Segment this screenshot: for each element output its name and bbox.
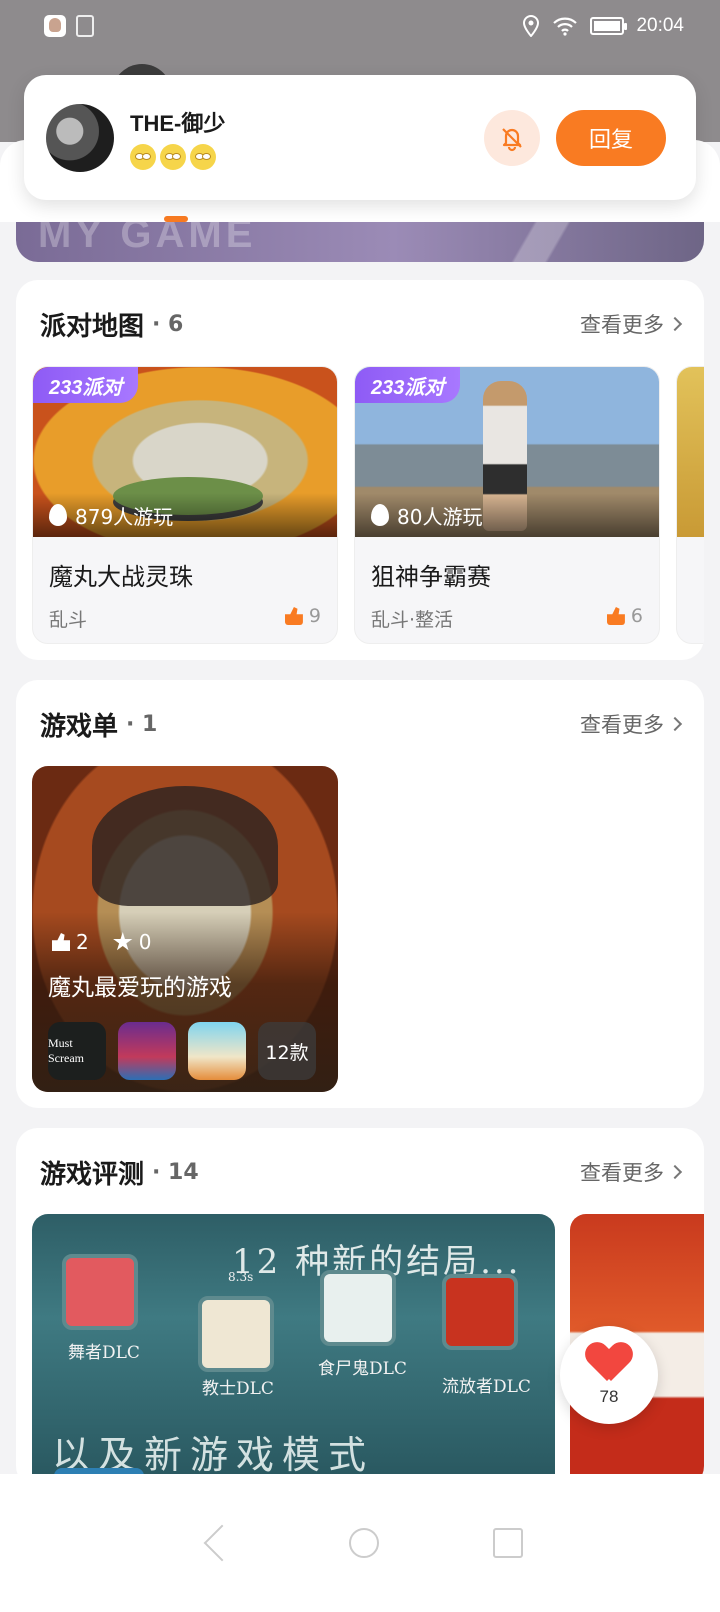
game-count: 12款 bbox=[258, 1022, 316, 1080]
mute-notification-button[interactable] bbox=[484, 109, 540, 166]
view-more-link[interactable]: 查看更多 bbox=[580, 709, 683, 739]
thumbs-up-icon bbox=[52, 933, 70, 951]
wifi-icon bbox=[553, 17, 578, 36]
like-count: 78 bbox=[599, 1387, 619, 1406]
timer-text: 8.3s bbox=[228, 1270, 254, 1284]
rolling-eyes-emoji bbox=[160, 143, 186, 170]
flame-icon bbox=[371, 504, 389, 526]
game-lists-section: 游戏单 · 1 查看更多 2 0 魔丸最爱玩的游戏 Must Scream 12… bbox=[16, 680, 704, 1108]
flame-icon bbox=[49, 504, 67, 526]
play-count: 80人游玩 bbox=[355, 493, 659, 537]
game-icons-row: Must Scream 12款 bbox=[48, 1022, 316, 1080]
play-count-text: 879人游玩 bbox=[75, 504, 174, 529]
section-count: · 14 bbox=[152, 1159, 199, 1185]
chevron-right-icon bbox=[667, 1164, 683, 1180]
system-navigation-bar bbox=[0, 1474, 720, 1612]
map-likes: 6 bbox=[606, 605, 643, 627]
notification-message bbox=[130, 143, 225, 170]
review-card[interactable]: 12 种新的结局... 舞者DLC 教士DLC 食尸鬼DLC 流放者DLC 8.… bbox=[32, 1214, 555, 1474]
like-count: 6 bbox=[630, 605, 643, 627]
chevron-right-icon bbox=[667, 716, 683, 732]
section-title: 游戏单 bbox=[40, 711, 119, 742]
map-tags: 乱斗 bbox=[49, 609, 88, 631]
map-name: 魔丸大战灵珠 bbox=[49, 563, 193, 591]
game-list-title: 魔丸最爱玩的游戏 bbox=[48, 975, 232, 1001]
sender-name: THE-御少 bbox=[130, 110, 226, 136]
game-icon bbox=[188, 1022, 246, 1080]
heart-icon bbox=[587, 1343, 631, 1383]
party-map-card-peek[interactable] bbox=[676, 366, 704, 644]
priest-dlc-icon bbox=[198, 1296, 274, 1372]
dlc-label: 舞者DLC bbox=[68, 1343, 140, 1363]
game-icon bbox=[118, 1022, 176, 1080]
list-stats: 2 0 bbox=[52, 930, 151, 954]
party-badge: 233派对 bbox=[355, 367, 461, 403]
dancer-dlc-icon bbox=[62, 1254, 138, 1330]
game-icon-text: Must Scream bbox=[48, 1036, 84, 1065]
review-image-text: 以及新游戏模式 bbox=[52, 1433, 375, 1474]
view-more-label: 查看更多 bbox=[580, 313, 664, 337]
location-icon bbox=[523, 15, 540, 37]
star-icon bbox=[113, 932, 133, 951]
list-like-count: 2 bbox=[76, 930, 89, 954]
thumbs-up-icon bbox=[284, 607, 303, 625]
like-count: 9 bbox=[308, 605, 321, 627]
battery-icon bbox=[590, 17, 628, 35]
reply-button[interactable]: 回复 bbox=[556, 109, 666, 166]
section-title: 派对地图 bbox=[40, 311, 145, 342]
view-more-link[interactable]: 查看更多 bbox=[580, 309, 683, 339]
section-count: · 1 bbox=[126, 711, 158, 737]
game-list-card[interactable]: 2 0 魔丸最爱玩的游戏 Must Scream 12款 bbox=[32, 766, 338, 1092]
party-map-card[interactable]: 233派对 80人游玩 狙神争霸赛 乱斗·整活 6 bbox=[354, 366, 660, 644]
map-thumbnail: 233派对 80人游玩 bbox=[355, 367, 659, 537]
dlc-label: 食尸鬼DLC bbox=[318, 1359, 407, 1379]
map-likes: 9 bbox=[284, 605, 321, 627]
rolling-eyes-emoji bbox=[190, 143, 216, 170]
section-count: · 6 bbox=[152, 311, 184, 337]
dlc-label: 流放者DLC bbox=[442, 1377, 531, 1397]
map-thumbnail bbox=[677, 367, 704, 537]
bell-off-icon bbox=[502, 127, 522, 151]
exile-dlc-icon bbox=[442, 1274, 518, 1350]
game-reviews-section: 游戏评测 · 14 查看更多 12 种新的结局... 舞者DLC 教士DLC 食… bbox=[16, 1128, 704, 1488]
game-icon: Must Scream bbox=[48, 1022, 106, 1080]
status-bar: 20:04 bbox=[0, 0, 720, 52]
dlc-label: 教士DLC bbox=[202, 1379, 274, 1399]
view-more-link[interactable]: 查看更多 bbox=[580, 1157, 683, 1187]
sender-avatar bbox=[46, 103, 114, 172]
back-icon[interactable] bbox=[203, 1524, 241, 1562]
map-tags: 乱斗·整活 bbox=[371, 609, 454, 631]
rolling-eyes-emoji bbox=[130, 143, 156, 170]
map-thumbnail: 233派对 879人游玩 bbox=[33, 367, 337, 537]
party-map-card[interactable]: 233派对 879人游玩 魔丸大战灵珠 乱斗 9 bbox=[32, 366, 338, 644]
view-more-label: 查看更多 bbox=[580, 1161, 664, 1185]
app-avatar-icon bbox=[44, 15, 66, 37]
like-button[interactable]: 78 bbox=[560, 1326, 658, 1424]
view-more-label: 查看更多 bbox=[580, 713, 664, 737]
map-name: 狙神争霸赛 bbox=[371, 563, 491, 591]
active-tab-indicator bbox=[164, 216, 188, 222]
list-favorite-count: 0 bbox=[138, 930, 152, 954]
section-title: 游戏评测 bbox=[40, 1159, 145, 1190]
message-notification[interactable]: THE-御少 回复 bbox=[24, 75, 696, 200]
status-time: 20:04 bbox=[636, 15, 684, 36]
ghoul-dlc-icon bbox=[320, 1270, 396, 1346]
home-icon[interactable] bbox=[349, 1528, 379, 1558]
chevron-right-icon bbox=[667, 316, 683, 332]
document-icon bbox=[76, 15, 94, 37]
recent-apps-icon[interactable] bbox=[493, 1528, 523, 1558]
play-count: 879人游玩 bbox=[33, 493, 337, 537]
party-badge: 233派对 bbox=[33, 367, 139, 403]
party-maps-section: 派对地图 · 6 查看更多 233派对 879人游玩 魔丸大战灵珠 乱斗 9 2… bbox=[16, 280, 704, 660]
play-count-text: 80人游玩 bbox=[397, 504, 483, 529]
thumbs-up-icon bbox=[606, 607, 625, 625]
